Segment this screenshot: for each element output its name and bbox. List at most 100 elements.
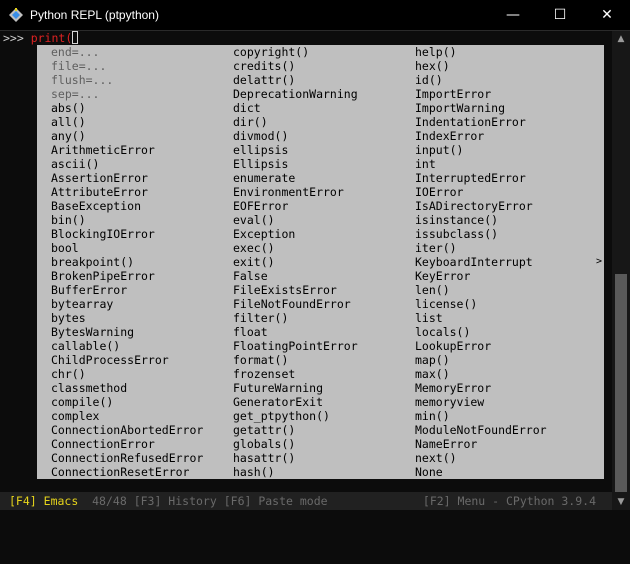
completion-item[interactable]: BlockingIOError — [51, 227, 203, 241]
prompt-line[interactable]: >>> print( — [3, 31, 79, 45]
completion-item[interactable]: frozenset — [233, 367, 358, 381]
completion-item[interactable]: divmod() — [233, 129, 358, 143]
completion-item[interactable]: ModuleNotFoundError — [415, 423, 547, 437]
completion-item[interactable]: hash() — [233, 465, 358, 479]
completion-item[interactable]: IOError — [415, 185, 547, 199]
completion-item[interactable]: ConnectionAbortedError — [51, 423, 203, 437]
completion-item[interactable]: ImportWarning — [415, 101, 547, 115]
completion-item[interactable]: enumerate — [233, 171, 358, 185]
completion-item[interactable]: get_ptpython() — [233, 409, 358, 423]
completion-item[interactable]: id() — [415, 73, 547, 87]
completion-item[interactable]: any() — [51, 129, 203, 143]
completion-item[interactable]: None — [415, 465, 547, 479]
completion-item[interactable]: file=... — [51, 59, 203, 73]
completion-item[interactable]: iter() — [415, 241, 547, 255]
completion-item[interactable]: len() — [415, 283, 547, 297]
completion-item[interactable]: eval() — [233, 213, 358, 227]
completion-item[interactable]: BufferError — [51, 283, 203, 297]
completion-item[interactable]: min() — [415, 409, 547, 423]
scroll-down-arrow-icon[interactable]: ▼ — [612, 494, 630, 510]
completion-item[interactable]: license() — [415, 297, 547, 311]
completion-item[interactable]: ConnectionResetError — [51, 465, 203, 479]
completion-item[interactable]: EnvironmentError — [233, 185, 358, 199]
completion-item[interactable]: locals() — [415, 325, 547, 339]
completion-item[interactable]: list — [415, 311, 547, 325]
completion-item[interactable]: KeyboardInterrupt — [415, 255, 547, 269]
completion-item[interactable]: classmethod — [51, 381, 203, 395]
completion-item[interactable]: abs() — [51, 101, 203, 115]
completion-item[interactable]: KeyError — [415, 269, 547, 283]
completion-item[interactable]: complex — [51, 409, 203, 423]
scrollbar[interactable]: ▲ ▼ — [612, 31, 630, 510]
completion-item[interactable]: ImportError — [415, 87, 547, 101]
completion-item[interactable]: help() — [415, 45, 547, 59]
completion-item[interactable]: issubclass() — [415, 227, 547, 241]
completion-item[interactable]: AssertionError — [51, 171, 203, 185]
completion-item[interactable]: FileExistsError — [233, 283, 358, 297]
completion-item[interactable]: callable() — [51, 339, 203, 353]
completion-item[interactable]: end=... — [51, 45, 203, 59]
paste-mode-shortcut[interactable]: [F6] Paste mode — [224, 494, 328, 508]
completion-item[interactable]: IndentationError — [415, 115, 547, 129]
completion-item[interactable]: IndexError — [415, 129, 547, 143]
f4-key-label[interactable]: [F4] — [9, 494, 37, 508]
completion-item[interactable]: exec() — [233, 241, 358, 255]
completion-item[interactable]: copyright() — [233, 45, 358, 59]
completion-item[interactable]: flush=... — [51, 73, 203, 87]
completion-item[interactable]: globals() — [233, 437, 358, 451]
completion-item[interactable]: LookupError — [415, 339, 547, 353]
completion-item[interactable]: InterruptedError — [415, 171, 547, 185]
completion-item[interactable]: bool — [51, 241, 203, 255]
minimize-button[interactable]: — — [490, 0, 536, 31]
completion-item[interactable]: int — [415, 157, 547, 171]
completion-item[interactable]: False — [233, 269, 358, 283]
completion-item[interactable]: credits() — [233, 59, 358, 73]
title-bar[interactable]: Python REPL (ptpython) — ☐ ✕ — [0, 0, 630, 31]
completion-item[interactable]: dict — [233, 101, 358, 115]
completion-item[interactable]: BytesWarning — [51, 325, 203, 339]
completion-item[interactable]: Exception — [233, 227, 358, 241]
completion-item[interactable]: DeprecationWarning — [233, 87, 358, 101]
completion-item[interactable]: memoryview — [415, 395, 547, 409]
completion-item[interactable]: bytes — [51, 311, 203, 325]
completion-item[interactable]: bin() — [51, 213, 203, 227]
completion-item[interactable]: NameError — [415, 437, 547, 451]
completion-item[interactable]: bytearray — [51, 297, 203, 311]
input-code[interactable]: print( — [31, 31, 73, 45]
completion-item[interactable]: dir() — [233, 115, 358, 129]
completion-item[interactable]: FloatingPointError — [233, 339, 358, 353]
completion-item[interactable]: BaseException — [51, 199, 203, 213]
completion-item[interactable]: compile() — [51, 395, 203, 409]
completion-item[interactable]: ArithmeticError — [51, 143, 203, 157]
completion-item[interactable]: isinstance() — [415, 213, 547, 227]
completion-item[interactable]: format() — [233, 353, 358, 367]
completion-item[interactable]: hasattr() — [233, 451, 358, 465]
completion-item[interactable]: FileNotFoundError — [233, 297, 358, 311]
completion-item[interactable]: sep=... — [51, 87, 203, 101]
completion-item[interactable]: input() — [415, 143, 547, 157]
completion-item[interactable]: exit() — [233, 255, 358, 269]
completion-item[interactable]: map() — [415, 353, 547, 367]
completion-item[interactable]: next() — [415, 451, 547, 465]
completion-item[interactable]: EOFError — [233, 199, 358, 213]
scroll-up-arrow-icon[interactable]: ▲ — [612, 31, 630, 47]
completion-item[interactable]: GeneratorExit — [233, 395, 358, 409]
completion-item[interactable]: breakpoint() — [51, 255, 203, 269]
completion-item[interactable]: IsADirectoryError — [415, 199, 547, 213]
completion-item[interactable]: chr() — [51, 367, 203, 381]
completion-item[interactable]: getattr() — [233, 423, 358, 437]
history-shortcut[interactable]: [F3] History — [134, 494, 217, 508]
menu-shortcut-version[interactable]: [F2] Menu - CPython 3.9.4 — [423, 492, 596, 510]
completion-item[interactable]: FutureWarning — [233, 381, 358, 395]
completion-item[interactable]: ellipsis — [233, 143, 358, 157]
completion-item[interactable]: ConnectionRefusedError — [51, 451, 203, 465]
completion-item[interactable]: MemoryError — [415, 381, 547, 395]
completion-item[interactable]: AttributeError — [51, 185, 203, 199]
completion-item[interactable]: ascii() — [51, 157, 203, 171]
completion-item[interactable]: max() — [415, 367, 547, 381]
completion-item[interactable]: float — [233, 325, 358, 339]
scrollbar-thumb[interactable] — [615, 274, 627, 492]
completion-menu[interactable]: end=... file=... flush=... sep=... abs() all(… — [37, 45, 604, 479]
completion-item[interactable]: ChildProcessError — [51, 353, 203, 367]
completion-item[interactable]: ConnectionError — [51, 437, 203, 451]
